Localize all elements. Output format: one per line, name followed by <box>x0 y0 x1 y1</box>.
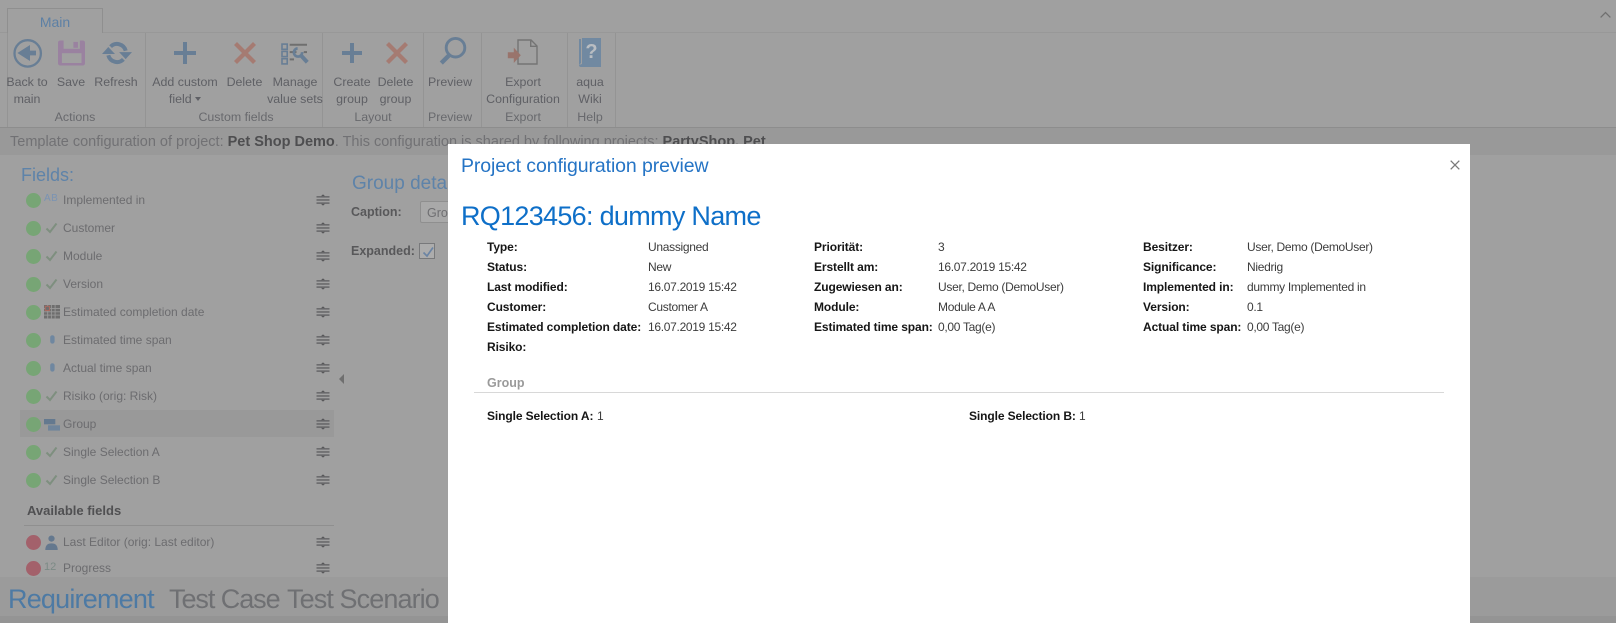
svg-text:?: ? <box>585 41 597 63</box>
